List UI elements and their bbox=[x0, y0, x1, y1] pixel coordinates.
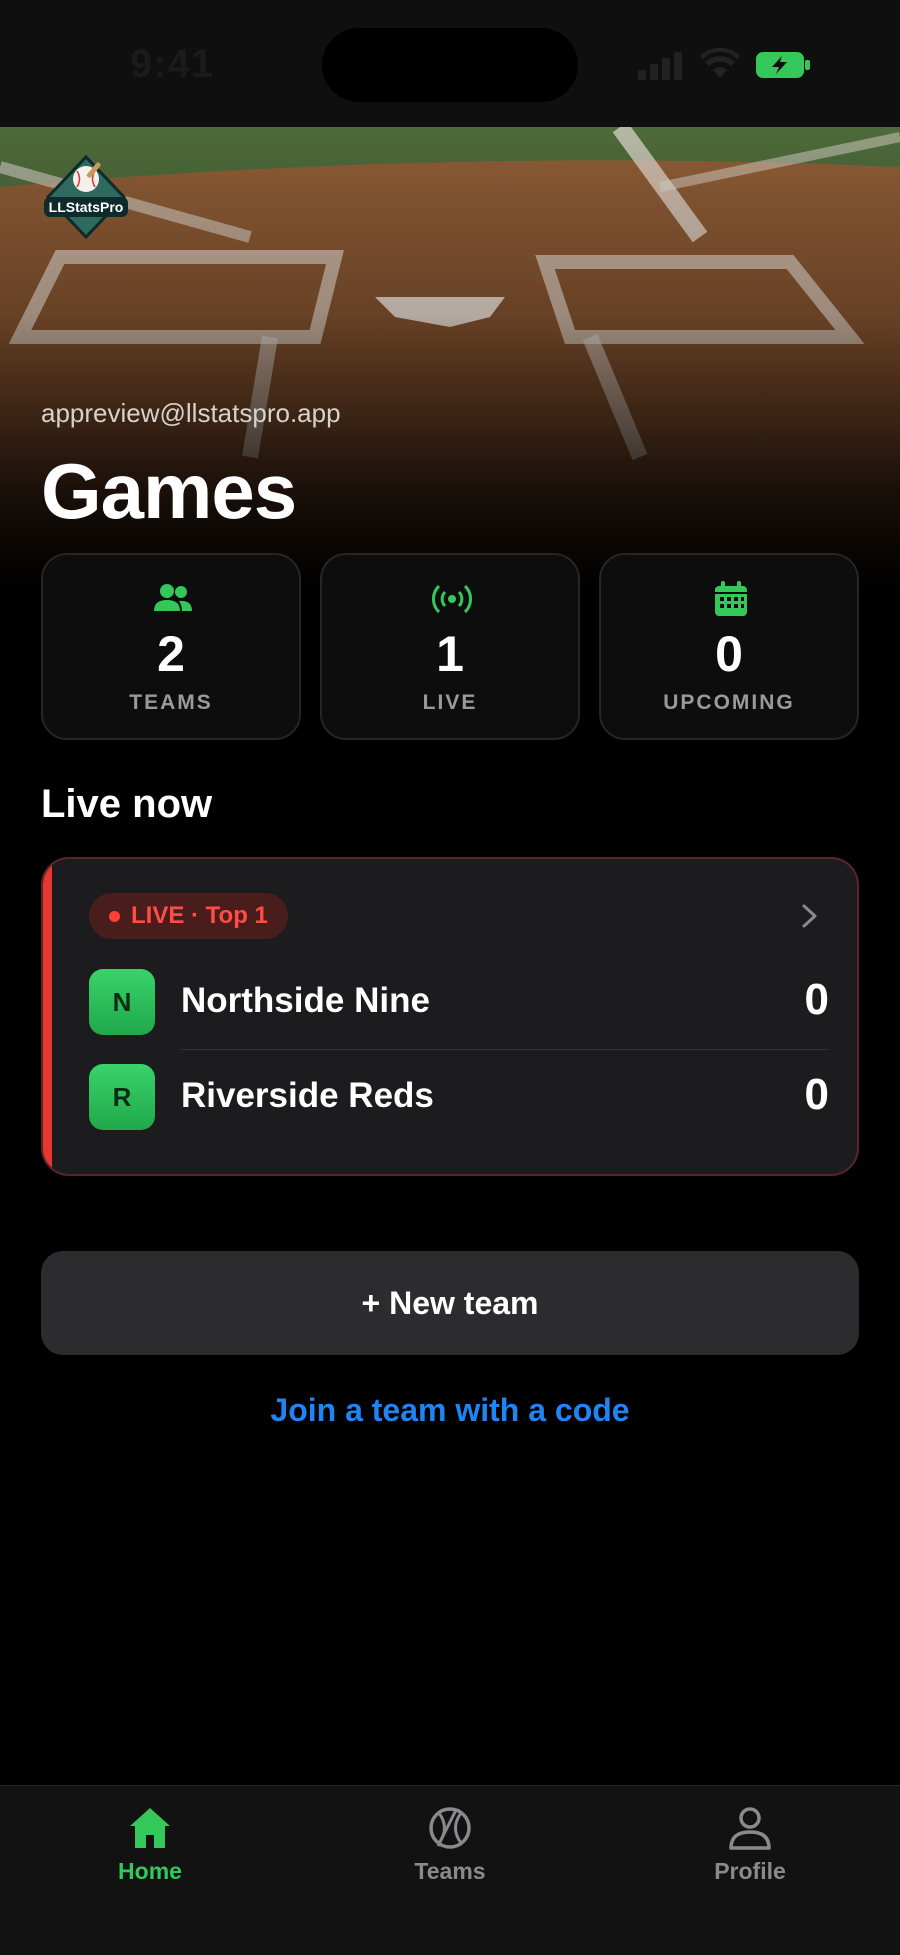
status-time: 9:41 bbox=[130, 42, 215, 86]
stat-value: 0 bbox=[715, 626, 743, 682]
team-row-away: R Riverside Reds 0 bbox=[89, 1064, 829, 1130]
stat-card-upcoming[interactable]: 0 UPCOMING bbox=[599, 553, 859, 740]
people-icon bbox=[154, 584, 192, 611]
section-title-live-now: Live now bbox=[41, 782, 213, 826]
tab-label: Profile bbox=[714, 1858, 786, 1884]
team-score: 0 bbox=[804, 975, 829, 1024]
live-accent-bar bbox=[43, 859, 52, 1174]
team-avatar: R bbox=[89, 1064, 155, 1130]
dynamic-island bbox=[322, 28, 578, 102]
tab-home[interactable]: Home bbox=[50, 1786, 250, 1896]
logo-wordmark: LLStatsPro bbox=[44, 197, 128, 217]
tab-label: Teams bbox=[414, 1858, 486, 1884]
baseball-icon bbox=[429, 1807, 471, 1849]
tab-teams[interactable]: Teams bbox=[350, 1786, 550, 1896]
live-game-card[interactable]: LIVE · Top 1 N Northside Nine 0 R Rivers… bbox=[41, 857, 859, 1176]
stat-value: 1 bbox=[436, 626, 464, 682]
chevron-right-icon bbox=[802, 904, 817, 928]
team-row-home: N Northside Nine 0 bbox=[89, 969, 829, 1035]
tab-profile[interactable]: Profile bbox=[650, 1786, 850, 1896]
stat-card-live[interactable]: 1 LIVE bbox=[320, 553, 580, 740]
page-title: Games bbox=[41, 447, 297, 535]
home-icon bbox=[130, 1808, 170, 1848]
new-team-button[interactable]: + New team bbox=[41, 1251, 859, 1355]
team-divider bbox=[181, 1049, 829, 1050]
stat-label: LIVE bbox=[422, 691, 478, 714]
join-team-link[interactable]: Join a team with a code bbox=[0, 1392, 900, 1429]
app-logo: LLStatsPro bbox=[44, 155, 128, 239]
team-avatar: N bbox=[89, 969, 155, 1035]
calendar-icon bbox=[715, 581, 747, 616]
user-email: appreview@llstatspro.app bbox=[41, 398, 341, 428]
live-dot-icon bbox=[109, 911, 120, 922]
live-status-badge: LIVE · Top 1 bbox=[89, 893, 288, 939]
broadcast-icon bbox=[432, 584, 472, 614]
team-name: Northside Nine bbox=[181, 981, 430, 1020]
stat-value: 2 bbox=[157, 626, 185, 682]
tab-label: Home bbox=[118, 1858, 182, 1884]
battery-icon bbox=[756, 52, 810, 78]
status-bar: 9:41 bbox=[0, 0, 900, 127]
cellular-signal-icon bbox=[638, 52, 682, 80]
stat-label: TEAMS bbox=[129, 691, 213, 714]
stat-label: UPCOMING bbox=[663, 691, 795, 714]
hero-banner: LLStatsPro appreview@llstatspro.app Game… bbox=[0, 127, 900, 597]
team-name: Riverside Reds bbox=[181, 1076, 434, 1115]
stat-card-teams[interactable]: 2 TEAMS bbox=[41, 553, 301, 740]
wifi-icon bbox=[700, 48, 740, 78]
tab-bar: Home Teams Profile bbox=[0, 1785, 900, 1955]
person-icon bbox=[729, 1807, 771, 1850]
live-status-text: LIVE · Top 1 bbox=[131, 902, 268, 929]
team-score: 0 bbox=[804, 1070, 829, 1119]
